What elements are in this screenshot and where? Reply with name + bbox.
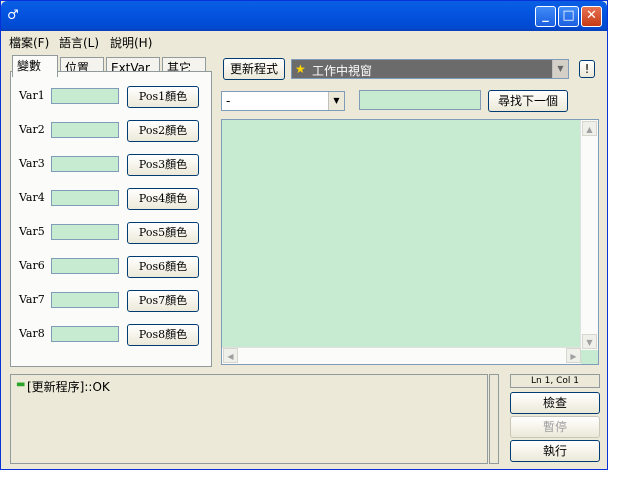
var-label: Var6 bbox=[19, 259, 45, 272]
log-panel[interactable]: ▬ [更新程序]::OK bbox=[10, 374, 488, 464]
pos-color-button[interactable]: Pos2顏色 bbox=[127, 120, 199, 142]
horizontal-scrollbar[interactable]: ◀ ▶ bbox=[222, 347, 581, 364]
main-window: ♂ _ □ ✕ 檔案(F) 語言(L) 說明(H) 變數 位置 ExtVar 其… bbox=[0, 0, 608, 470]
tab-variables[interactable]: 變數 bbox=[12, 55, 58, 77]
pos-color-button[interactable]: Pos7顏色 bbox=[127, 290, 199, 312]
title-bar[interactable]: ♂ _ □ ✕ bbox=[1, 1, 607, 31]
pos-color-button[interactable]: Pos1顏色 bbox=[127, 86, 199, 108]
pos-color-button[interactable]: Pos3顏色 bbox=[127, 154, 199, 176]
pos-color-button[interactable]: Pos8顏色 bbox=[127, 324, 199, 346]
close-icon[interactable]: ✕ bbox=[581, 6, 602, 27]
maximize-icon[interactable]: □ bbox=[558, 6, 579, 27]
update-program-button[interactable]: 更新程式 bbox=[223, 58, 285, 80]
var-label: Var8 bbox=[19, 327, 45, 340]
cursor-position: Ln 1, Col 1 bbox=[510, 374, 600, 388]
pos-color-button[interactable]: Pos5顏色 bbox=[127, 222, 199, 244]
var-field[interactable] bbox=[51, 190, 119, 206]
warning-button[interactable]: ! bbox=[579, 60, 595, 78]
var-label: Var3 bbox=[19, 157, 45, 170]
app-icon[interactable]: ♂ bbox=[7, 8, 23, 24]
var-field[interactable] bbox=[51, 156, 119, 172]
menu-help[interactable]: 說明(H) bbox=[110, 34, 152, 51]
menu-file[interactable]: 檔案(F) bbox=[9, 34, 49, 51]
pause-button[interactable]: 暫停 bbox=[510, 416, 600, 438]
var-field[interactable] bbox=[51, 88, 119, 104]
var-label: Var5 bbox=[19, 225, 45, 238]
scroll-down-icon[interactable]: ▼ bbox=[582, 334, 597, 349]
variables-panel bbox=[10, 71, 212, 367]
var-field[interactable] bbox=[51, 224, 119, 240]
scroll-right-icon[interactable]: ▶ bbox=[566, 348, 581, 363]
var-field[interactable] bbox=[51, 122, 119, 138]
active-window-label: 工作中視窗 bbox=[312, 64, 373, 78]
code-editor[interactable]: ▲ ▼ ◀ ▶ bbox=[221, 119, 599, 365]
minimize-icon[interactable]: _ bbox=[535, 6, 556, 27]
menu-language[interactable]: 語言(L) bbox=[59, 34, 99, 51]
var-label: Var4 bbox=[19, 191, 45, 204]
scroll-up-icon[interactable]: ▲ bbox=[582, 121, 597, 136]
ok-dot-icon: ▬ bbox=[16, 379, 26, 390]
var-field[interactable] bbox=[51, 258, 119, 274]
scroll-left-icon[interactable]: ◀ bbox=[223, 348, 238, 363]
var-field[interactable] bbox=[51, 326, 119, 342]
pos-color-button[interactable]: Pos4顏色 bbox=[127, 188, 199, 210]
search-mode-value: - bbox=[226, 94, 231, 108]
log-line: [更新程序]::OK bbox=[27, 380, 110, 394]
active-window-combo[interactable]: ★ 工作中視窗 ▼ bbox=[291, 59, 569, 79]
star-icon: ★ bbox=[295, 62, 306, 76]
check-button[interactable]: 檢查 bbox=[510, 392, 600, 414]
var-field[interactable] bbox=[51, 292, 119, 308]
pos-color-button[interactable]: Pos6顏色 bbox=[127, 256, 199, 278]
vertical-scrollbar[interactable]: ▲ ▼ bbox=[580, 120, 598, 350]
search-input[interactable] bbox=[359, 90, 481, 110]
var-label: Var1 bbox=[19, 89, 45, 102]
menu-bar: 檔案(F) 語言(L) 說明(H) bbox=[1, 31, 607, 51]
var-label: Var7 bbox=[19, 293, 45, 306]
splitter[interactable] bbox=[489, 374, 499, 464]
chevron-down-icon[interactable]: ▼ bbox=[328, 92, 344, 110]
search-mode-dropdown[interactable]: - ▼ bbox=[221, 91, 345, 111]
run-button[interactable]: 執行 bbox=[510, 440, 600, 462]
chevron-down-icon[interactable]: ▼ bbox=[552, 60, 568, 78]
var-label: Var2 bbox=[19, 123, 45, 136]
find-next-button[interactable]: 尋找下一個 bbox=[488, 90, 568, 112]
